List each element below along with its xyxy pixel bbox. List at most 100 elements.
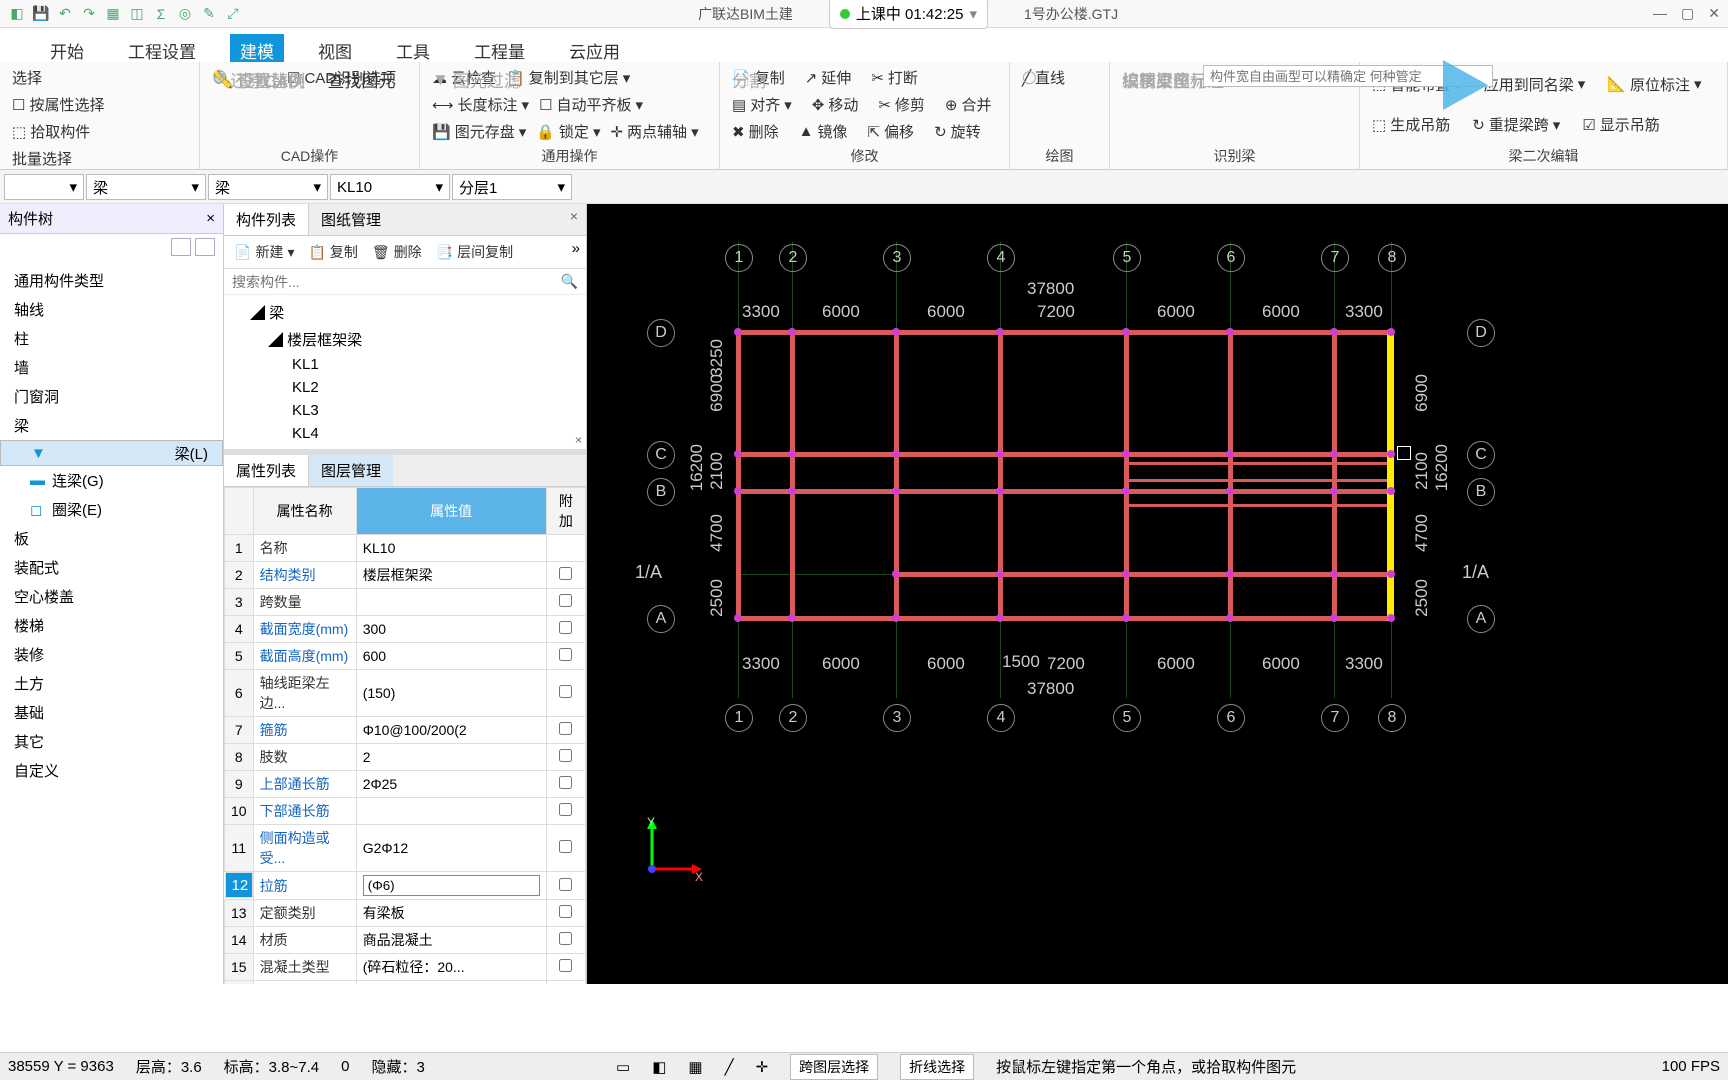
- menu-quantity[interactable]: 工程量: [464, 34, 535, 62]
- menu-tools[interactable]: 工具: [386, 34, 440, 62]
- tree-kl1[interactable]: KL1: [232, 353, 578, 376]
- row-num[interactable]: 13: [225, 900, 254, 927]
- prop-name[interactable]: 箍筋: [253, 717, 356, 744]
- tree-item[interactable]: 楼梯: [0, 611, 223, 640]
- tree-kl2[interactable]: KL2: [232, 376, 578, 399]
- tree-item[interactable]: 墙: [0, 353, 223, 382]
- close-icon[interactable]: ×: [206, 210, 215, 227]
- prop-extra-checkbox[interactable]: [546, 535, 585, 562]
- tree-item[interactable]: 自定义: [0, 756, 223, 785]
- tab-layer-mgmt[interactable]: 图层管理: [309, 455, 393, 486]
- prop-name[interactable]: 上部通长筋: [253, 771, 356, 798]
- row-num[interactable]: 15: [225, 954, 254, 981]
- tree-item[interactable]: 门窗洞: [0, 382, 223, 411]
- row-num[interactable]: 14: [225, 927, 254, 954]
- prop-extra-checkbox[interactable]: [546, 643, 585, 670]
- status-icon[interactable]: ◧: [652, 1058, 666, 1076]
- prop-value[interactable]: [356, 872, 546, 900]
- menu-view[interactable]: 视图: [308, 34, 362, 62]
- menu-project-settings[interactable]: 工程设置: [118, 34, 206, 62]
- show-hook-button[interactable]: ☑ 显示吊筋: [1578, 106, 1663, 145]
- prop-value[interactable]: [356, 798, 546, 825]
- status-icon[interactable]: ╱: [725, 1058, 734, 1076]
- splitter[interactable]: ×: [224, 449, 586, 455]
- tree-item-beam[interactable]: 梁: [0, 411, 223, 440]
- tree-root[interactable]: ◢ 梁: [232, 299, 578, 326]
- prop-name[interactable]: 侧面构造或受...: [253, 825, 356, 872]
- two-point-axis-button[interactable]: ✛ 两点辅轴 ▾: [606, 119, 702, 144]
- edit-support-button[interactable]: 识别梁: [1118, 65, 1177, 94]
- prop-extra-checkbox[interactable]: [546, 616, 585, 643]
- prop-value[interactable]: 楼层框架梁: [356, 562, 546, 589]
- prop-value[interactable]: (碎石粒径：20...: [356, 954, 546, 981]
- row-num[interactable]: 7: [225, 717, 254, 744]
- align-button[interactable]: ▤ 对齐 ▾: [728, 92, 796, 117]
- tree-item[interactable]: 板: [0, 524, 223, 553]
- delete-button[interactable]: ✖ 删除: [728, 119, 783, 144]
- prop-value[interactable]: 600: [356, 643, 546, 670]
- tree-item[interactable]: 基础: [0, 698, 223, 727]
- more-icon[interactable]: »: [572, 240, 580, 264]
- prop-name[interactable]: 材质: [253, 927, 356, 954]
- prop-value[interactable]: 商品混凝土: [356, 927, 546, 954]
- split-button[interactable]: 分割: [728, 65, 770, 94]
- prop-name[interactable]: 混凝土类型: [253, 954, 356, 981]
- prop-name[interactable]: 肢数: [253, 744, 356, 771]
- row-num[interactable]: 9: [225, 771, 254, 798]
- prop-name[interactable]: 结构类别: [253, 562, 356, 589]
- category-select[interactable]: 梁▾: [86, 174, 206, 200]
- qat-icon[interactable]: ◎: [176, 5, 194, 23]
- extend-button[interactable]: ↗ 延伸: [801, 65, 856, 90]
- qat-icon[interactable]: ▦: [104, 5, 122, 23]
- prop-extra-checkbox[interactable]: [546, 927, 585, 954]
- row-num[interactable]: 2: [225, 562, 254, 589]
- prop-value[interactable]: 有梁板: [356, 900, 546, 927]
- apply-same-button[interactable]: 应用到同名梁 ▾: [1480, 65, 1590, 104]
- prop-value[interactable]: G2Φ12: [356, 825, 546, 872]
- prop-name[interactable]: 拉筋: [253, 872, 356, 900]
- component-select[interactable]: KL10▾: [330, 174, 450, 200]
- auto-level-button[interactable]: ☐ 自动平齐板 ▾: [535, 92, 647, 117]
- prop-value[interactable]: 2Φ25: [356, 771, 546, 798]
- cross-layer-button[interactable]: 跨图层选择: [790, 1054, 878, 1080]
- prop-extra-checkbox[interactable]: [546, 798, 585, 825]
- type-select[interactable]: 梁▾: [208, 174, 328, 200]
- restore-cad-button[interactable]: ↺ 还原CAD: [208, 65, 304, 94]
- row-num[interactable]: 12: [225, 872, 253, 898]
- new-button[interactable]: 📄 新建 ▾: [230, 240, 298, 264]
- tab-component-list[interactable]: 构件列表: [224, 204, 309, 235]
- menu-modeling[interactable]: 建模: [230, 34, 284, 62]
- save-element-button[interactable]: 💾 图元存盘 ▾: [428, 119, 530, 144]
- tree-item[interactable]: 其它: [0, 727, 223, 756]
- pick-element-button[interactable]: ⬚ 拾取构件: [8, 119, 191, 144]
- prop-name[interactable]: 定额类别: [253, 900, 356, 927]
- close-icon[interactable]: ×: [575, 433, 582, 447]
- tree-sub-ring-beam[interactable]: ◻圈梁(E): [0, 495, 223, 524]
- element-filter-button[interactable]: ▼ 图元过滤: [428, 65, 525, 94]
- prop-extra-checkbox[interactable]: [546, 954, 585, 981]
- row-num[interactable]: 8: [225, 744, 254, 771]
- prop-extra-checkbox[interactable]: [546, 981, 585, 985]
- merge-button[interactable]: ⊕ 合并: [941, 92, 996, 117]
- row-num[interactable]: 10: [225, 798, 254, 825]
- qat-save-icon[interactable]: 💾: [32, 5, 50, 23]
- tree-item[interactable]: 柱: [0, 324, 223, 353]
- row-num[interactable]: 5: [225, 643, 254, 670]
- qat-icon[interactable]: ⤢: [224, 5, 242, 23]
- prop-extra-checkbox[interactable]: [546, 900, 585, 927]
- qat-undo-icon[interactable]: ↶: [56, 5, 74, 23]
- tree-item[interactable]: 土方: [0, 669, 223, 698]
- prop-value[interactable]: 300: [356, 616, 546, 643]
- prop-value[interactable]: (150): [356, 670, 546, 717]
- qat-redo-icon[interactable]: ↷: [80, 5, 98, 23]
- offset-button[interactable]: ⇱ 偏移: [863, 119, 918, 144]
- status-icon[interactable]: ✛: [756, 1058, 769, 1076]
- drawing-canvas[interactable]: 151,128 205,128 309,128 413,128 539,128 …: [587, 204, 1728, 984]
- prop-value[interactable]: 2: [356, 744, 546, 771]
- win-max-icon[interactable]: ▢: [1681, 5, 1694, 22]
- close-icon[interactable]: ×: [562, 204, 586, 235]
- menu-cloud[interactable]: 云应用: [559, 34, 630, 62]
- move-button[interactable]: ✥ 移动: [808, 92, 863, 117]
- win-close-icon[interactable]: ✕: [1708, 5, 1720, 22]
- delete-button[interactable]: 🗑 删除: [368, 240, 426, 264]
